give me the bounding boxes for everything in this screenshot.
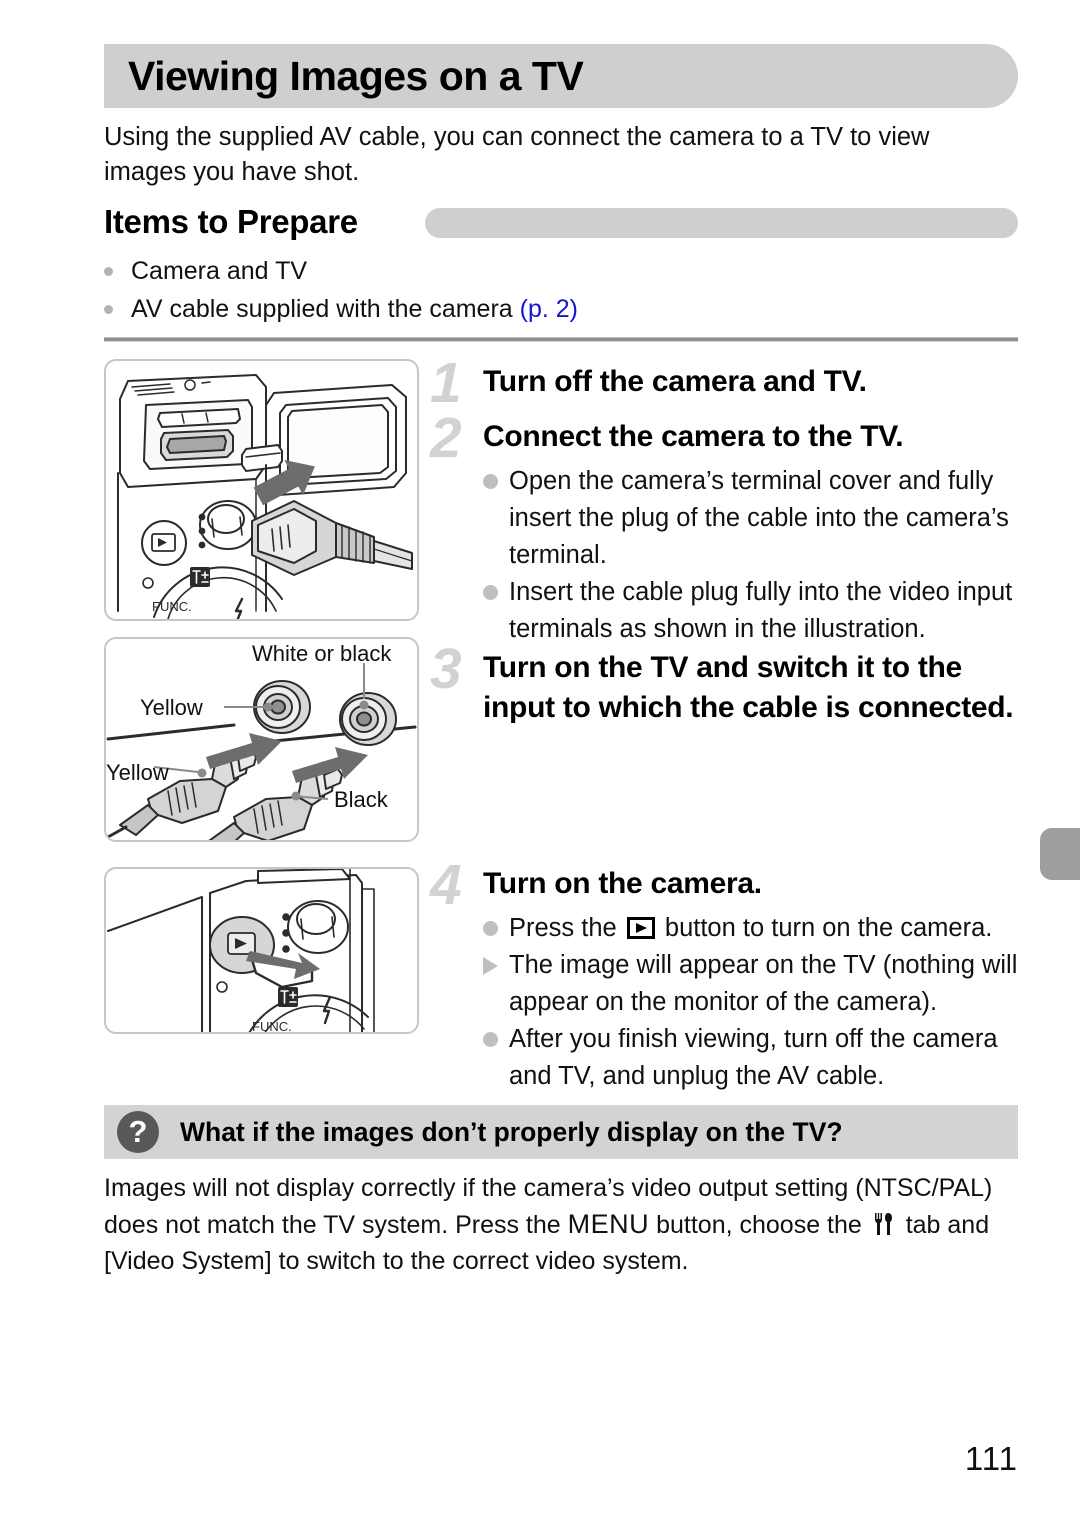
items-to-prepare-list: Camera and TV AV cable supplied with the…	[104, 252, 1009, 328]
intro-paragraph: Using the supplied AV cable, you can con…	[104, 123, 930, 186]
rca-jacks-illustration: White or black Yellow Yellow Black	[104, 637, 419, 842]
list-item-label: AV cable supplied with the camera (p. 2)	[131, 290, 578, 328]
manual-page: Viewing Images on a TV Using the supplie…	[0, 0, 1080, 1521]
list-item-text: AV cable supplied with the camera	[131, 295, 520, 323]
step-number: 3	[430, 637, 462, 701]
figure2-label-yellow-plug: Yellow	[106, 760, 169, 785]
section-heading-bar	[425, 208, 1018, 238]
bullet-text: After you finish viewing, turn off the c…	[509, 1025, 998, 1090]
menu-button-label: MENU	[567, 1209, 650, 1239]
section-heading: Items to Prepare	[104, 203, 358, 240]
bullet-dot-icon	[104, 267, 113, 276]
figure2-label-white-or-black: White or black	[252, 641, 392, 666]
camera-playback-button-press-illustration: FUNC.	[104, 867, 419, 1034]
page-reference-link[interactable]: (p. 2)	[520, 295, 578, 323]
step-3: 3 Turn on the TV and switch it to the in…	[430, 640, 1020, 728]
faq-title: What if the images don’t properly displa…	[180, 1117, 843, 1147]
faq-body: Images will not display correctly if the…	[104, 1170, 1024, 1279]
step-number: 1	[430, 351, 462, 415]
step-heading: Turn off the camera and TV.	[483, 365, 867, 398]
bullet-dot-icon	[483, 585, 498, 600]
bullet-dot-icon	[104, 305, 113, 314]
svg-text:FUNC.: FUNC.	[152, 599, 192, 614]
svg-text:FUNC.: FUNC.	[252, 1019, 292, 1032]
camera-terminal-connect-illustration: FUNC.	[104, 359, 419, 621]
bullet-text-after: button to turn on the camera.	[657, 914, 993, 942]
step-bullets: Open the camera’s terminal cover and ful…	[483, 463, 1020, 648]
step-heading: Turn on the camera.	[483, 867, 762, 900]
playback-icon	[626, 917, 655, 939]
step-heading: Turn on the TV and switch it to the inpu…	[483, 651, 1014, 724]
step-2: 2 Connect the camera to the TV. Open the…	[430, 409, 1020, 648]
bullet-item: Open the camera’s terminal cover and ful…	[483, 463, 1020, 574]
bullet-text: Insert the cable plug fully into the vid…	[509, 578, 1013, 643]
chapter-edge-tab	[1040, 828, 1080, 880]
bullet-dot-icon	[483, 921, 498, 936]
step-1: 1 Turn off the camera and TV.	[430, 354, 1020, 412]
bullet-dot-icon	[483, 1032, 498, 1047]
bullet-triangle-icon	[483, 957, 498, 975]
list-item: Camera and TV	[104, 252, 1009, 290]
step-bullets: Press the button to turn on the camera. …	[483, 910, 1020, 1095]
step-4: 4 Turn on the camera. Press the button t…	[430, 856, 1020, 1095]
list-item: AV cable supplied with the camera (p. 2)	[104, 290, 1009, 328]
bullet-item: The image will appear on the TV (nothing…	[483, 947, 1020, 1021]
step-heading: Connect the camera to the TV.	[483, 420, 904, 453]
page-number: 111	[964, 1440, 1018, 1477]
bullet-text: The image will appear on the TV (nothing…	[509, 951, 1018, 1016]
bullet-dot-icon	[483, 474, 498, 489]
bullet-text: Open the camera’s terminal cover and ful…	[509, 467, 1009, 569]
page-title: Viewing Images on a TV	[128, 53, 584, 99]
bullet-text: Press the button to turn on the camera.	[509, 910, 1020, 947]
section-divider	[104, 337, 1018, 342]
figure2-label-black-plug: Black	[334, 787, 389, 812]
bullet-item: After you finish viewing, turn off the c…	[483, 1021, 1020, 1095]
bullet-item: Insert the cable plug fully into the vid…	[483, 574, 1020, 648]
faq-body-part2: button, choose the	[649, 1211, 869, 1239]
bullet-text-before: Press the	[509, 914, 624, 942]
figure2-label-yellow-jack: Yellow	[140, 695, 203, 720]
step-number: 2	[430, 406, 462, 470]
settings-tools-tab-icon	[871, 1211, 897, 1237]
step-number: 4	[430, 853, 462, 917]
list-item-label: Camera and TV	[131, 257, 308, 285]
bullet-item: Press the button to turn on the camera.	[483, 910, 1020, 947]
question-mark-icon: ?	[117, 1111, 159, 1153]
